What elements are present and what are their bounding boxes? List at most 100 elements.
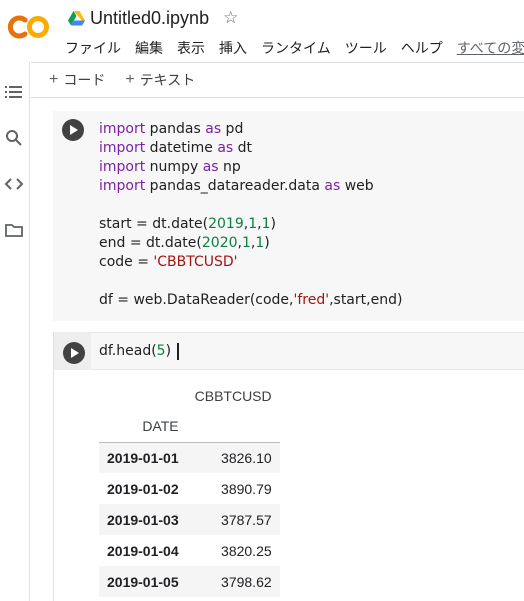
table-row: 2019-01-05 3798.62 bbox=[99, 566, 280, 597]
code-cell-1[interactable]: import pandas as pd import datetime as dt… bbox=[53, 111, 524, 321]
text-cursor bbox=[177, 342, 179, 360]
toolbar: + コード + テキスト bbox=[31, 62, 524, 98]
code-line: import pandas_datareader.data as web bbox=[99, 177, 402, 196]
code-text: ,start,end) bbox=[329, 292, 403, 308]
code-text: df.head( bbox=[99, 343, 157, 359]
row-index: 2019-01-01 bbox=[99, 442, 187, 473]
menu-insert[interactable]: 挿入 bbox=[212, 36, 254, 60]
notebook-title[interactable]: Untitled0.ipynb bbox=[90, 8, 209, 29]
menu-tools[interactable]: ツール bbox=[338, 36, 394, 60]
dataframe-output: CBBTCUSD DATE 2019-01-01 3826.10 2019-01… bbox=[99, 380, 280, 597]
code-snippets-icon[interactable] bbox=[4, 174, 24, 194]
cell-gutter bbox=[54, 332, 91, 370]
code-text: numpy bbox=[145, 159, 203, 175]
row-value: 3820.25 bbox=[221, 542, 272, 559]
code-keyword: import bbox=[99, 140, 146, 156]
run-cell-button[interactable] bbox=[63, 342, 85, 364]
row-index: 2019-01-05 bbox=[99, 566, 187, 597]
column-header: CBBTCUSD bbox=[194, 387, 272, 404]
code-keyword: as bbox=[217, 140, 234, 156]
run-cell-button[interactable] bbox=[62, 119, 84, 141]
menu-view[interactable]: 表示 bbox=[170, 36, 212, 60]
code-text: np bbox=[218, 159, 241, 175]
code-keyword: as bbox=[202, 159, 219, 175]
row-index: 2019-01-03 bbox=[99, 504, 187, 535]
code-text: pandas bbox=[145, 121, 206, 137]
code-text: code = bbox=[99, 254, 154, 270]
code-text: end = dt.date( bbox=[99, 235, 202, 251]
code-keyword: import bbox=[99, 159, 146, 175]
search-icon[interactable] bbox=[4, 128, 24, 148]
all-changes-saved-link[interactable]: すべての変 bbox=[450, 36, 524, 60]
add-text-button[interactable]: + テキスト bbox=[125, 70, 195, 90]
code-text: ) bbox=[264, 235, 270, 251]
play-icon bbox=[70, 125, 78, 135]
folder-icon[interactable] bbox=[4, 220, 24, 240]
code-text: pandas_datareader.data bbox=[145, 178, 325, 194]
code-editor[interactable]: import pandas as pd import datetime as dt… bbox=[99, 120, 402, 310]
code-text: dt bbox=[233, 140, 253, 156]
header: Untitled0.ipynb ☆ ファイル 編集 表示 挿入 ランタイム ツー… bbox=[0, 0, 524, 62]
code-keyword: as bbox=[205, 121, 222, 137]
code-number: 2020 bbox=[201, 235, 238, 251]
code-text: web bbox=[340, 178, 374, 194]
menu-bar: ファイル 編集 表示 挿入 ランタイム ツール ヘルプ すべての変 bbox=[58, 36, 524, 60]
row-value: 3826.10 bbox=[186, 442, 280, 473]
code-number: 5 bbox=[156, 343, 166, 359]
table-row: 2019-01-04 3820.25 bbox=[99, 535, 280, 566]
code-line: code = 'CBBTCUSD' bbox=[99, 253, 402, 272]
code-keyword: import bbox=[99, 178, 146, 194]
code-text: ) bbox=[165, 343, 172, 359]
code-keyword: import bbox=[99, 121, 146, 137]
code-number: 1 bbox=[241, 235, 251, 251]
code-text: pd bbox=[221, 121, 244, 137]
row-value: 3787.57 bbox=[186, 504, 280, 535]
title-row: Untitled0.ipynb ☆ bbox=[68, 6, 238, 30]
left-rail bbox=[0, 62, 30, 601]
plus-icon: + bbox=[49, 71, 59, 88]
code-number: 2019 bbox=[208, 216, 244, 232]
code-line: df = web.DataReader(code,'fred',start,en… bbox=[99, 291, 402, 310]
code-number: 1 bbox=[261, 216, 271, 232]
menu-edit[interactable]: 編集 bbox=[128, 36, 170, 60]
code-text: ) bbox=[270, 216, 276, 232]
code-string: 'CBBTCUSD' bbox=[153, 254, 238, 270]
table-row: 2019-01-02 3890.79 bbox=[99, 473, 280, 504]
add-code-button[interactable]: + コード bbox=[49, 70, 105, 90]
star-outline-icon[interactable]: ☆ bbox=[223, 8, 238, 28]
code-keyword: as bbox=[324, 178, 341, 194]
row-value: 3890.79 bbox=[221, 480, 272, 497]
code-line: end = dt.date(2020,1,1) bbox=[99, 234, 402, 253]
menu-runtime[interactable]: ランタイム bbox=[254, 36, 338, 60]
row-index: 2019-01-02 bbox=[107, 480, 179, 497]
code-line: df.head(5) bbox=[99, 342, 179, 361]
code-text: datetime bbox=[145, 140, 218, 156]
code-string: 'fred' bbox=[293, 292, 330, 308]
code-text: start = dt.date( bbox=[99, 216, 209, 232]
menu-file[interactable]: ファイル bbox=[58, 36, 128, 60]
table-row: 2019-01-01 3826.10 bbox=[99, 442, 280, 473]
index-name-header: DATE bbox=[99, 411, 187, 443]
empty-header bbox=[186, 411, 280, 443]
menu-help[interactable]: ヘルプ bbox=[394, 36, 450, 60]
code-line: start = dt.date(2019,1,1) bbox=[99, 215, 402, 234]
table-row: 2019-01-03 3787.57 bbox=[99, 504, 280, 535]
colab-logo[interactable] bbox=[6, 12, 52, 42]
play-icon bbox=[71, 348, 79, 358]
code-number: 1 bbox=[255, 235, 265, 251]
code-editor[interactable]: df.head(5) bbox=[91, 332, 524, 370]
plus-icon: + bbox=[125, 71, 135, 88]
empty-header bbox=[99, 380, 187, 411]
toc-icon[interactable] bbox=[4, 82, 24, 102]
code-cell-2[interactable]: df.head(5) CBBTCUSD DATE 2019-01-01 3826… bbox=[53, 332, 524, 601]
row-value: 3798.62 bbox=[186, 566, 280, 597]
google-drive-icon bbox=[68, 10, 85, 25]
code-line: import pandas as pd bbox=[99, 120, 402, 139]
code-number: 1 bbox=[248, 216, 258, 232]
add-text-label: テキスト bbox=[139, 72, 196, 88]
code-line: import numpy as np bbox=[99, 158, 402, 177]
add-code-label: コード bbox=[63, 72, 106, 88]
code-line: import datetime as dt bbox=[99, 139, 402, 158]
